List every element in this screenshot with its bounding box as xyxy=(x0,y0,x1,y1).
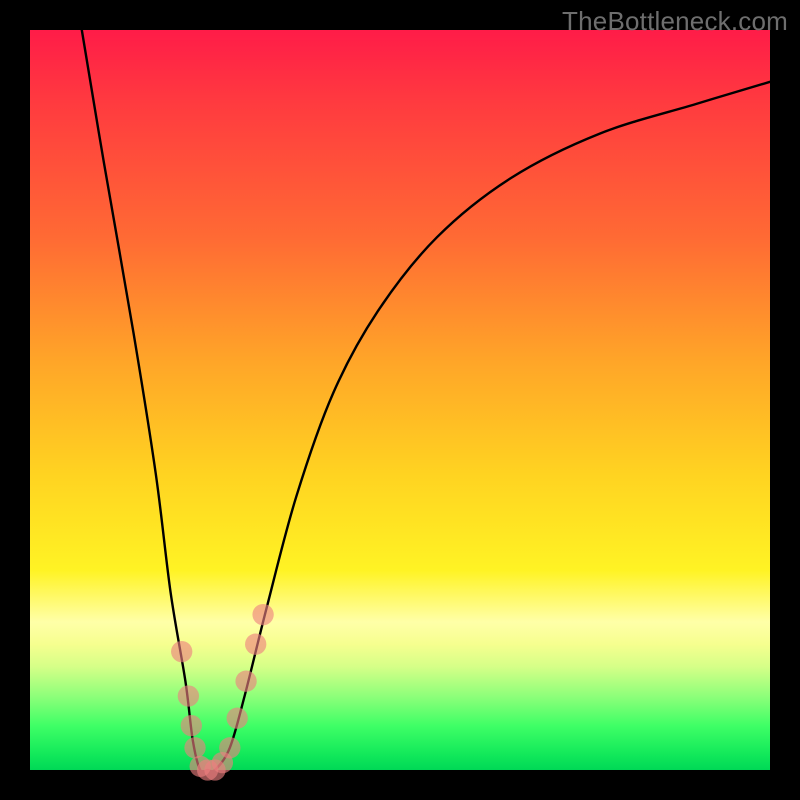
highlight-dot xyxy=(171,641,192,662)
highlight-dots xyxy=(171,604,274,781)
curve-layer xyxy=(30,30,770,770)
watermark-text: TheBottleneck.com xyxy=(562,6,788,37)
highlight-dot xyxy=(184,737,205,758)
highlight-dot xyxy=(181,715,202,736)
chart-frame: TheBottleneck.com xyxy=(0,0,800,800)
highlight-dot xyxy=(235,671,256,692)
highlight-dot xyxy=(219,737,240,758)
highlight-dot xyxy=(178,685,199,706)
highlight-dot xyxy=(245,634,266,655)
plot-area xyxy=(30,30,770,770)
highlight-dot xyxy=(227,708,248,729)
highlight-dot xyxy=(252,604,273,625)
